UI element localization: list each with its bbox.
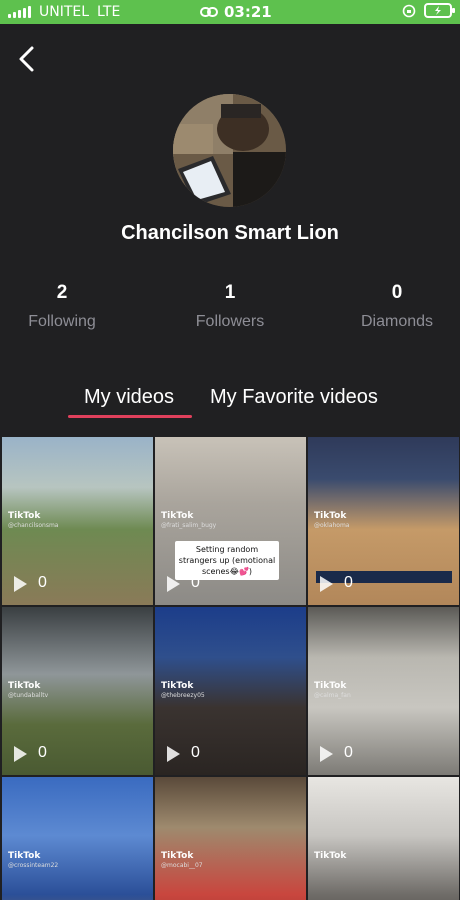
tiktok-watermark: TikTok @oklahoma	[314, 511, 349, 531]
tiktok-watermark: TikTok @tundaballtv	[8, 681, 48, 701]
status-center: 03:21	[200, 3, 272, 21]
active-tab-indicator	[68, 415, 192, 418]
profile-name: Chancilson Smart Lion	[121, 222, 339, 244]
tiktok-username: @oklahoma	[314, 522, 350, 529]
network-type: LTE	[97, 4, 121, 20]
video-thumbnail[interactable]: TikTok	[308, 777, 459, 900]
avatar-photo	[173, 94, 286, 207]
video-tabs: My videos My Favorite videos	[0, 386, 460, 428]
score-bar	[316, 571, 452, 583]
status-left: UNITEL LTE	[8, 4, 120, 20]
view-count: 0	[191, 744, 200, 761]
tiktok-username: @chancilsonsma	[8, 522, 59, 529]
view-count: 0	[344, 744, 353, 761]
play-icon	[320, 746, 333, 762]
video-thumbnail[interactable]: TikTok @chancilsonsma 0	[2, 437, 153, 605]
video-thumbnail[interactable]: TikTok @frati_salim_bugy Setting random st…	[155, 437, 306, 605]
followers-count: 1	[224, 282, 236, 303]
tiktok-label: TikTok	[314, 851, 347, 861]
carrier-name: UNITEL	[39, 4, 90, 20]
video-thumbnail[interactable]: TikTok @calma_fan 0	[308, 607, 459, 775]
tiktok-label: TikTok	[8, 511, 41, 521]
tiktok-watermark: TikTok @chancilsonsma	[8, 511, 58, 531]
tiktok-label: TikTok	[161, 851, 194, 861]
profile-avatar[interactable]	[173, 94, 286, 207]
tiktok-watermark: TikTok @calma_fan	[314, 681, 351, 701]
tiktok-username: @tundaballtv	[8, 692, 49, 699]
tiktok-username: @mocabi__07	[161, 862, 203, 869]
tiktok-watermark: TikTok	[314, 851, 346, 861]
play-icon	[167, 576, 180, 592]
video-thumbnail[interactable]: TikTok @oklahoma 0	[308, 437, 459, 605]
tiktok-username: @crossinteam22	[8, 862, 59, 869]
tiktok-watermark: TikTok @thebreezy05	[161, 681, 205, 701]
tiktok-label: TikTok	[314, 511, 347, 521]
tiktok-label: TikTok	[8, 851, 41, 861]
view-count: 0	[344, 574, 353, 591]
tiktok-watermark: TikTok @crossinteam22	[8, 851, 58, 871]
play-icon	[14, 576, 27, 592]
status-right	[402, 3, 455, 18]
diamonds-count: 0	[391, 282, 403, 303]
tiktok-label: TikTok	[161, 511, 194, 521]
status-bar: UNITEL LTE 03:21	[0, 0, 460, 24]
rotation-lock-icon	[402, 4, 416, 17]
stat-diamonds[interactable]: 0 Diamonds	[327, 282, 460, 331]
tab-my-favorite-videos[interactable]: My Favorite videos	[210, 386, 378, 409]
chevron-left-icon	[19, 46, 34, 72]
diamonds-label: Diamonds	[360, 313, 434, 330]
tiktok-username: @thebreezy05	[161, 692, 205, 699]
following-count: 2	[56, 282, 68, 303]
link-icon	[200, 7, 218, 17]
tiktok-watermark: TikTok @frati_salim_bugy	[161, 511, 216, 531]
tiktok-watermark: TikTok @mocabi__07	[161, 851, 203, 871]
back-button[interactable]	[14, 44, 40, 74]
tiktok-label: TikTok	[314, 681, 347, 691]
video-thumbnail[interactable]: TikTok @tundaballtv 0	[2, 607, 153, 775]
clock: 03:21	[224, 3, 272, 21]
video-thumbnail[interactable]: TikTok @crossinteam22	[2, 777, 153, 900]
battery-icon	[424, 3, 455, 18]
tiktok-label: TikTok	[8, 681, 41, 691]
followers-label: Followers	[195, 313, 265, 330]
stat-followers[interactable]: 1 Followers	[160, 282, 300, 331]
video-thumbnail[interactable]: TikTok @mocabi__07	[155, 777, 306, 900]
tiktok-label: TikTok	[161, 681, 194, 691]
tiktok-username: @frati_salim_bugy	[161, 522, 217, 529]
signal-icon	[8, 6, 31, 18]
view-count: 0	[38, 574, 47, 591]
following-label: Following	[28, 313, 96, 330]
video-grid: TikTok @chancilsonsma 0 TikTok @frati_salim_…	[2, 437, 459, 900]
play-icon	[167, 746, 180, 762]
tab-my-videos[interactable]: My videos	[84, 386, 174, 409]
play-icon	[14, 746, 27, 762]
view-count: 0	[38, 744, 47, 761]
video-thumbnail[interactable]: TikTok @thebreezy05 0	[155, 607, 306, 775]
play-icon	[320, 576, 333, 592]
stat-following[interactable]: 2 Following	[0, 282, 132, 331]
view-count: 0	[191, 574, 200, 591]
tiktok-username: @calma_fan	[314, 692, 351, 699]
